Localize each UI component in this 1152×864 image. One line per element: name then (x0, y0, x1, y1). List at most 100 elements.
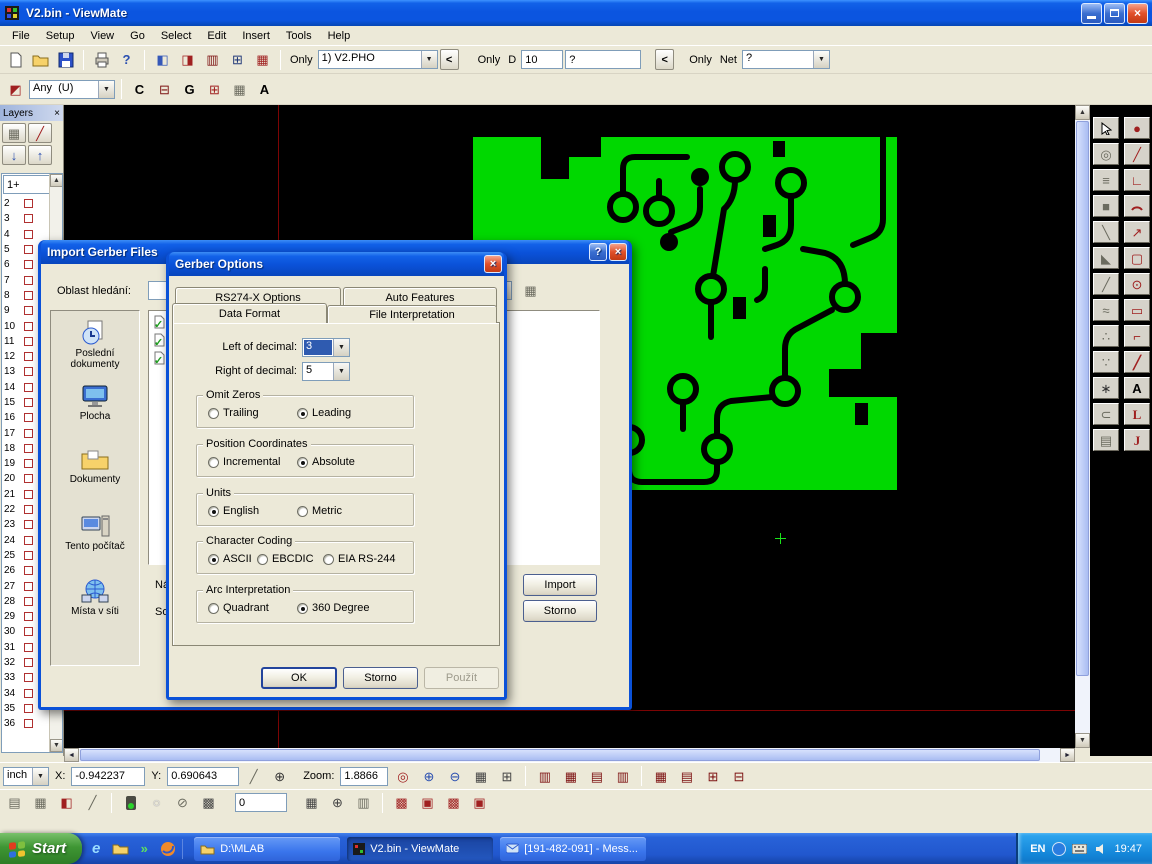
pad-tool-button[interactable]: ● (1124, 117, 1150, 139)
layer-row[interactable]: 36 (2, 716, 49, 731)
scroll-left-icon[interactable]: ◄ (64, 748, 79, 762)
component-select-button[interactable]: C (128, 78, 151, 101)
grid-style-button-1[interactable]: ▤ (3, 791, 26, 814)
points-tool-button[interactable]: ∴ (1093, 325, 1119, 347)
close-button[interactable]: × (609, 243, 627, 261)
keyboard-tray-icon[interactable] (1072, 841, 1087, 856)
layer-color-swatch[interactable] (24, 505, 33, 514)
film-view-button-7[interactable]: ⊞ (701, 765, 724, 788)
aperture-select-button[interactable]: ⊞ (203, 78, 226, 101)
highlight-filter-button[interactable]: ◧ (151, 48, 174, 71)
layer-color-swatch[interactable] (24, 291, 33, 300)
film-view-button-6[interactable]: ▤ (675, 765, 698, 788)
ok-button[interactable]: OK (261, 667, 337, 689)
scroll-up-icon[interactable]: ▲ (50, 174, 63, 187)
menu-item[interactable]: View (82, 28, 122, 44)
grid-style-button-2[interactable]: ▦ (29, 791, 52, 814)
measure-button[interactable]: ╱ (242, 765, 265, 788)
red-pattern-button-2[interactable]: ▣ (416, 791, 439, 814)
layer-color-swatch[interactable] (24, 245, 33, 254)
radio-english[interactable]: English (208, 505, 259, 517)
layer-color-swatch[interactable] (24, 199, 33, 208)
layer-color-swatch[interactable] (24, 627, 33, 636)
radio-leading[interactable]: Leading (297, 407, 351, 419)
open-button[interactable] (29, 48, 52, 71)
layer-color-swatch[interactable] (24, 520, 33, 529)
radio-360-degree[interactable]: 360 Degree (297, 602, 370, 614)
layer-color-swatch[interactable] (24, 643, 33, 652)
task-messenger[interactable]: [191-482-091] - Mess... (500, 837, 646, 861)
place-network[interactable]: Místa v síti (51, 571, 139, 636)
scatter-tool-button[interactable]: ∵ (1093, 351, 1119, 373)
menu-item[interactable]: Insert (234, 28, 278, 44)
y-coordinate-field[interactable]: 0.690643 (167, 767, 239, 786)
layer-table-button[interactable]: ▦ (2, 123, 26, 143)
prev-layer-button[interactable]: < (440, 49, 459, 70)
selection-mode-button[interactable]: ◩ (4, 78, 27, 101)
layer-filter-button[interactable]: ▥ (201, 48, 224, 71)
canvas-vscrollbar[interactable]: ▲ ▼ (1075, 105, 1090, 748)
minimize-button[interactable] (1081, 3, 1102, 24)
layer-color-swatch[interactable] (24, 597, 33, 606)
canvas-hscrollbar[interactable]: ◄ ► (64, 748, 1075, 762)
close-button[interactable]: × (484, 255, 502, 273)
j-shape-tool-button[interactable]: J (1124, 429, 1150, 451)
layer-color-swatch[interactable] (24, 459, 33, 468)
radio-eia-rs244[interactable]: EIA RS-244 (323, 553, 395, 565)
flip-tool-button[interactable]: ⌐ (1124, 325, 1150, 347)
layer-color-swatch[interactable] (24, 230, 33, 239)
red-pattern-button-4[interactable]: ▣ (468, 791, 491, 814)
layer-select-combo[interactable]: 1) V2.PHO ▼ (318, 50, 438, 69)
layer-color-swatch[interactable] (24, 658, 33, 667)
settings-tool-button[interactable]: ∗ (1093, 377, 1119, 399)
clock[interactable]: 19:47 (1114, 843, 1142, 855)
polygon-tool-button[interactable]: ◣ (1093, 247, 1119, 269)
scroll-right-icon[interactable]: ► (1060, 748, 1075, 762)
menu-item[interactable]: Help (320, 28, 359, 44)
layer-color-swatch[interactable] (24, 582, 33, 591)
layer-color-swatch[interactable] (24, 337, 33, 346)
context-help-button[interactable]: ? (115, 48, 138, 71)
right-decimal-combo[interactable]: 5 ▼ (302, 362, 350, 381)
quicklaunch-ie-button[interactable]: e (86, 838, 106, 860)
radio-incremental[interactable]: Incremental (208, 456, 280, 468)
prev-net-button[interactable]: < (655, 49, 674, 70)
menu-item[interactable]: Select (153, 28, 200, 44)
place-documents[interactable]: Dokumenty (51, 441, 139, 506)
close-icon[interactable]: × (54, 108, 60, 119)
scroll-up-icon[interactable]: ▲ (1075, 105, 1090, 120)
pattern-select-button[interactable]: ▦ (228, 78, 251, 101)
menu-item[interactable]: Edit (199, 28, 234, 44)
tab-file-interpretation[interactable]: File Interpretation (327, 305, 497, 323)
target-tool-button[interactable]: ⊙ (1124, 273, 1150, 295)
layer-color-swatch[interactable] (24, 429, 33, 438)
film-view-button-8[interactable]: ⊟ (727, 765, 750, 788)
matrix-button-3[interactable]: ▥ (352, 791, 375, 814)
zoom-window-button[interactable]: ◎ (391, 765, 414, 788)
chevron-down-icon[interactable]: ▼ (813, 51, 829, 68)
film-view-button-2[interactable]: ▦ (559, 765, 582, 788)
grid-toggle-button[interactable]: ▦ (469, 765, 492, 788)
layer-color-swatch[interactable] (24, 474, 33, 483)
radio-ebcdic[interactable]: EBCDIC (257, 553, 314, 565)
layer-color-swatch[interactable] (24, 673, 33, 682)
layer-color-swatch[interactable] (24, 444, 33, 453)
layer-up-button[interactable]: ↑ (28, 145, 52, 165)
layer-color-swatch[interactable] (24, 719, 33, 728)
trace-filter-button[interactable]: ▦ (251, 48, 274, 71)
new-file-button[interactable] (4, 48, 27, 71)
apply-button[interactable]: Použít (424, 667, 499, 689)
dcode-input[interactable]: 10 (521, 50, 563, 69)
scroll-down-icon[interactable]: ▼ (50, 739, 63, 752)
matrix-button-2[interactable]: ⊕ (326, 791, 349, 814)
x-coordinate-field[interactable]: -0.942237 (71, 767, 145, 786)
place-my-computer[interactable]: Tento počítač (51, 506, 139, 571)
slope-tool-button[interactable]: ╱ (1093, 273, 1119, 295)
layer-color-swatch[interactable] (24, 490, 33, 499)
quicklaunch-browser-button[interactable] (158, 838, 178, 860)
task-viewmate[interactable]: V2.bin - ViewMate (347, 837, 493, 861)
layer-color-swatch[interactable] (24, 413, 33, 422)
film-view-button-1[interactable]: ▥ (533, 765, 556, 788)
storno-button[interactable]: Storno (343, 667, 418, 689)
zoom-out-button[interactable]: ⊖ (443, 765, 466, 788)
